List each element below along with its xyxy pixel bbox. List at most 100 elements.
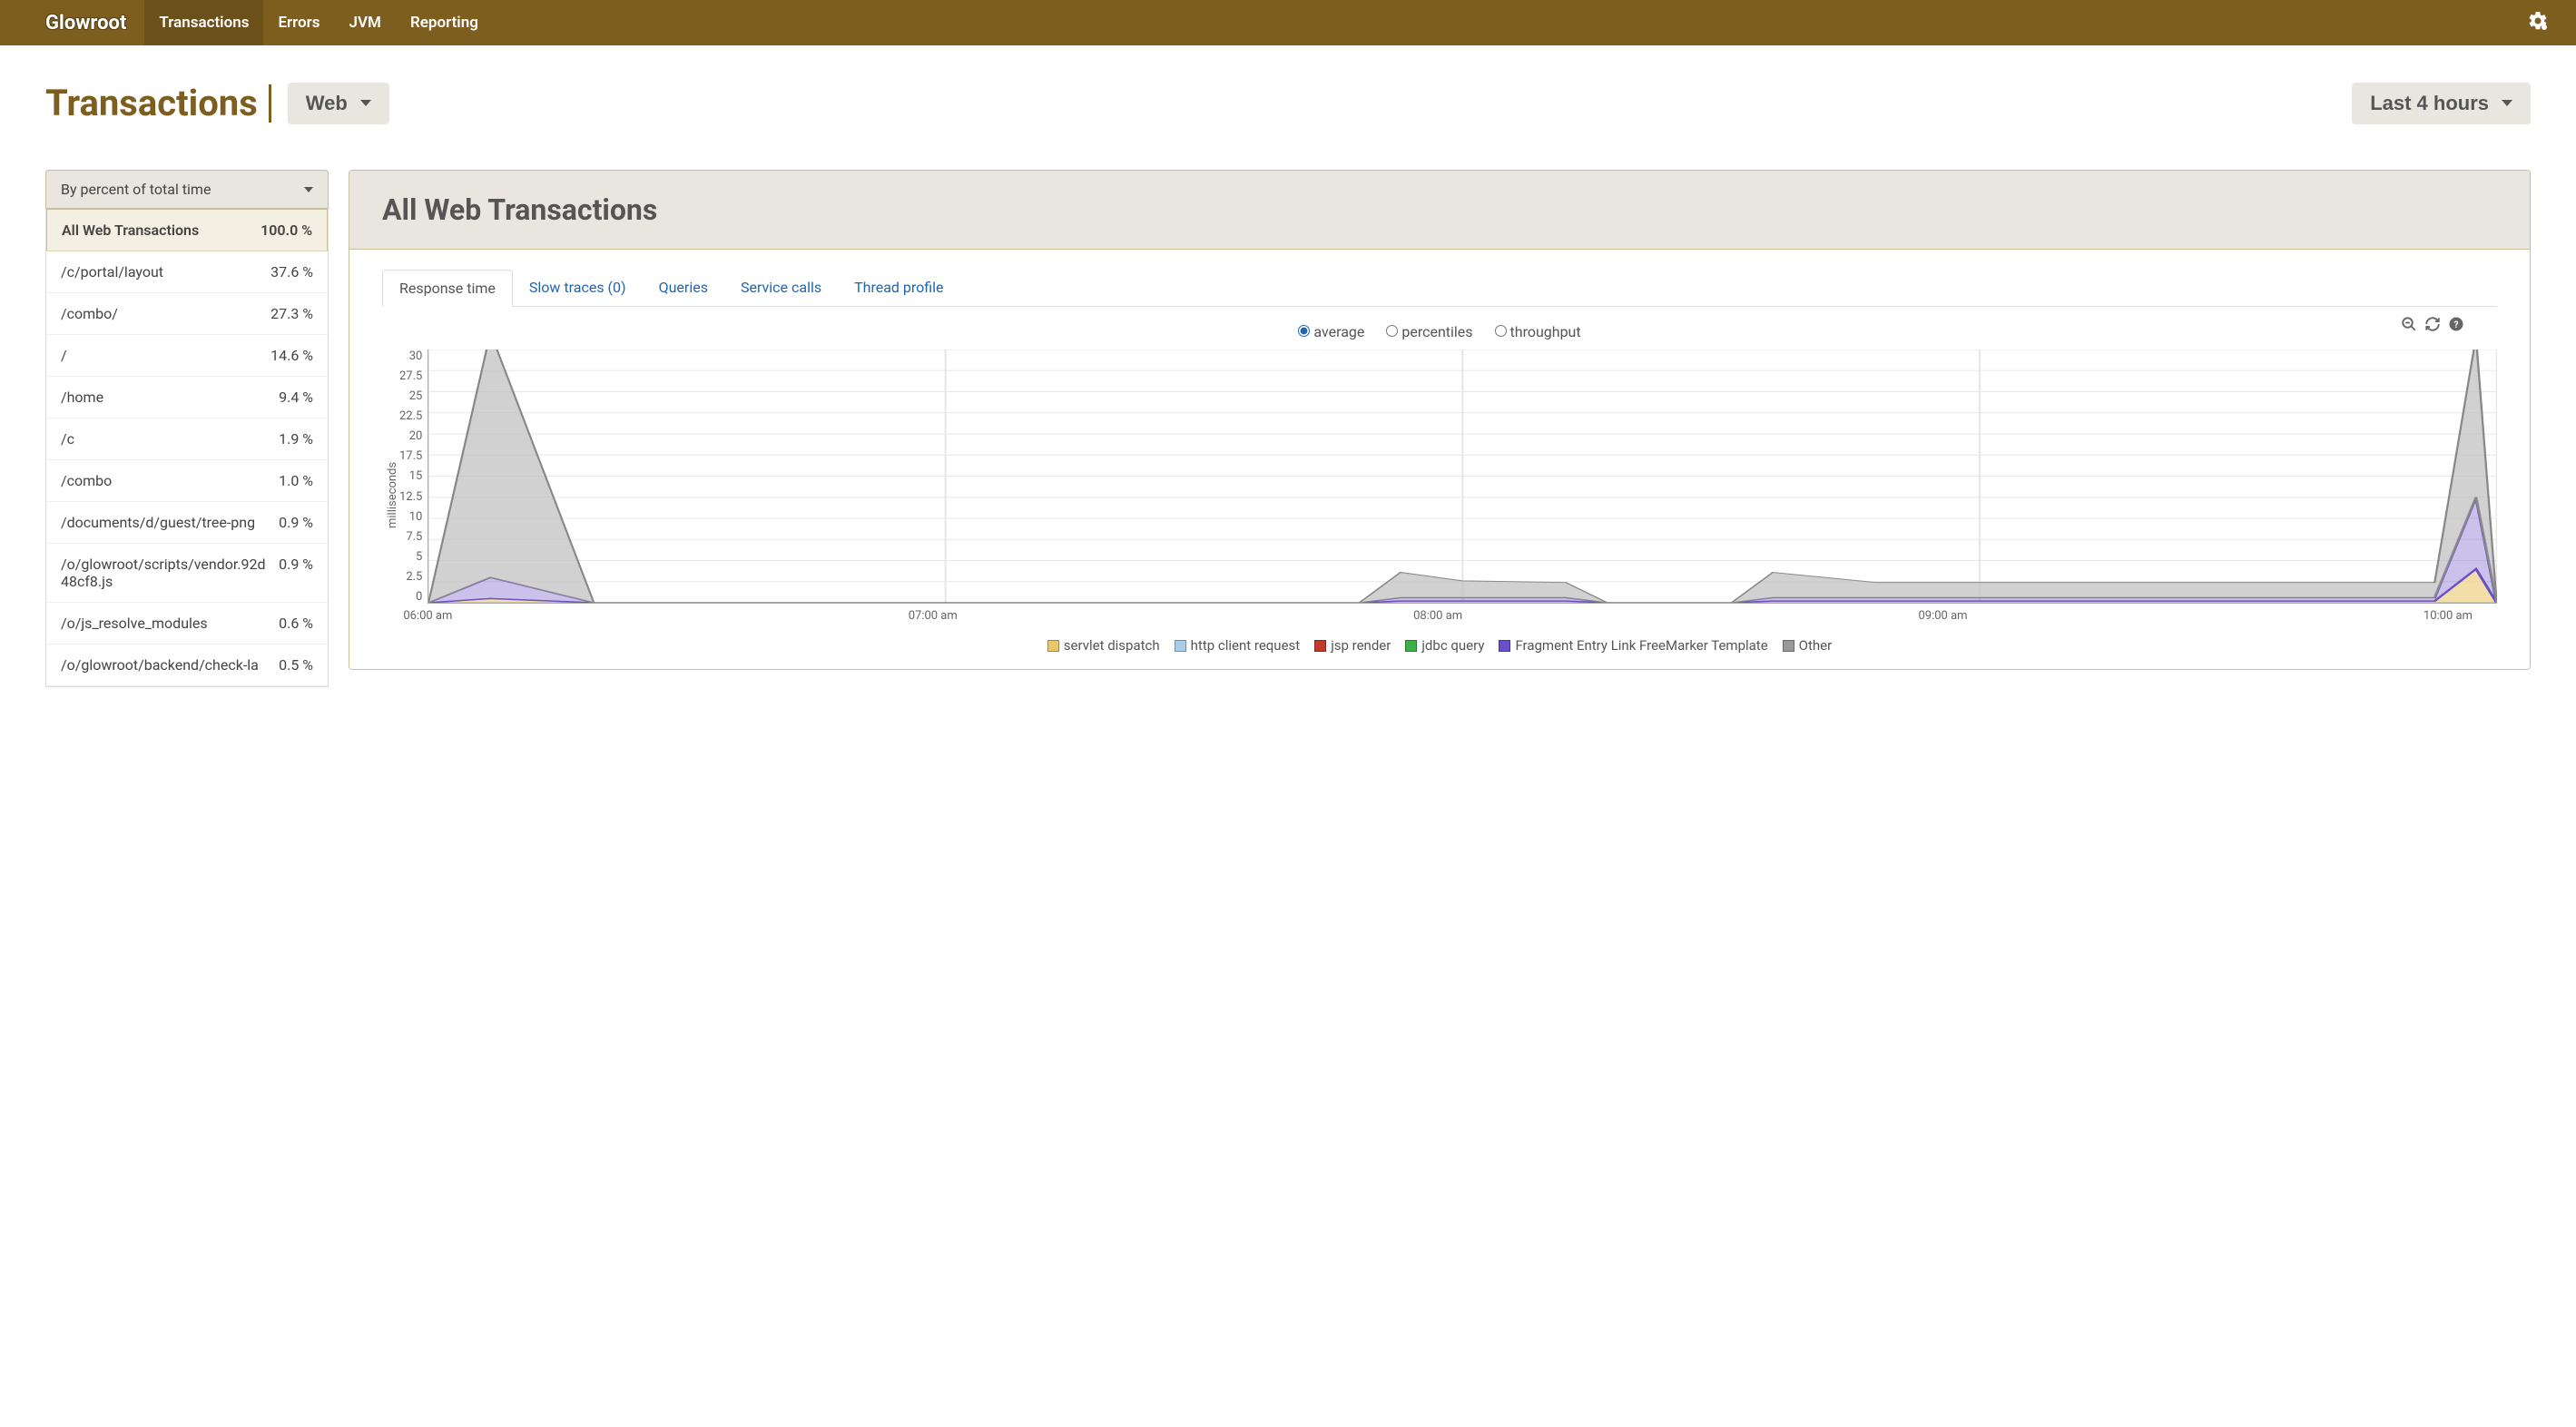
sort-dropdown[interactable]: By percent of total time xyxy=(45,170,329,209)
transaction-row[interactable]: All Web Transactions 100.0 % xyxy=(46,209,328,251)
gear-icon[interactable] xyxy=(2518,10,2558,35)
transaction-pct: 100.0 % xyxy=(261,221,312,239)
radio-throughput[interactable]: throughput xyxy=(1495,323,1581,340)
tab-thread-profile[interactable]: Thread profile xyxy=(838,270,959,306)
legend-item[interactable]: servlet dispatch xyxy=(1047,634,1160,658)
sort-label: By percent of total time xyxy=(61,181,211,198)
ytick: 5 xyxy=(416,550,422,564)
legend-label: Other xyxy=(1799,634,1833,658)
dropdown-label: Web xyxy=(306,92,348,115)
zoom-out-icon[interactable] xyxy=(2401,316,2417,336)
main-header: All Web Transactions xyxy=(349,171,2530,250)
radio-average[interactable]: average xyxy=(1298,323,1364,340)
navbar: Glowroot TransactionsErrorsJVMReporting xyxy=(0,0,2576,45)
legend-label: http client request xyxy=(1191,634,1301,658)
chart-toolbar: ? xyxy=(2401,316,2464,336)
main-title: All Web Transactions xyxy=(382,192,2497,227)
transaction-name: /home xyxy=(61,389,270,406)
transaction-pct: 1.9 % xyxy=(279,430,313,448)
main-panel: All Web Transactions Response timeSlow t… xyxy=(349,170,2531,670)
transaction-pct: 14.6 % xyxy=(270,347,313,364)
transaction-row[interactable]: /combo/27.3 % xyxy=(46,293,328,335)
xtick: 07:00 am xyxy=(909,609,958,623)
transaction-list: All Web Transactions 100.0 % /c/portal/lay… xyxy=(45,209,329,687)
y-axis: 3027.52522.52017.51512.5107.552.50 xyxy=(399,349,428,604)
transaction-row[interactable]: /o/glowroot/scripts/vendor.92d48cf8.js0.… xyxy=(46,544,328,603)
transaction-name: /documents/d/guest/tree-png xyxy=(61,514,270,531)
transaction-name: /c/portal/layout xyxy=(61,263,261,280)
radio-percentiles[interactable]: percentiles xyxy=(1386,323,1472,340)
xtick: 09:00 am xyxy=(1918,609,1967,623)
nav-reporting[interactable]: Reporting xyxy=(396,0,493,45)
transaction-row[interactable]: /documents/d/guest/tree-png 0.9 % xyxy=(46,502,328,544)
transaction-name: /combo/ xyxy=(61,305,261,322)
legend-swatch xyxy=(1047,640,1059,652)
legend-swatch xyxy=(1314,640,1326,652)
nav-errors[interactable]: Errors xyxy=(263,0,334,45)
transaction-type-dropdown[interactable]: Web xyxy=(288,83,389,124)
plot-area[interactable]: 06:00 am07:00 am08:00 am09:00 am10:00 am xyxy=(428,349,2497,623)
ytick: 15 xyxy=(409,469,423,483)
tab-bar: Response timeSlow traces (0)QueriesServi… xyxy=(382,270,2497,307)
legend-item[interactable]: jdbc query xyxy=(1405,634,1484,658)
transaction-pct: 0.9 % xyxy=(279,556,313,590)
transaction-pct: 9.4 % xyxy=(279,389,313,406)
ytick: 22.5 xyxy=(399,409,422,423)
ytick: 0 xyxy=(416,590,422,604)
transactions-sidebar: By percent of total time All Web Transac… xyxy=(45,170,329,687)
transaction-pct: 37.6 % xyxy=(270,263,313,280)
transaction-name: /combo xyxy=(61,472,270,489)
ytick: 7.5 xyxy=(406,530,422,544)
page-title: Transactions xyxy=(45,82,258,124)
dropdown-label: Last 4 hours xyxy=(2370,92,2489,115)
transaction-row[interactable]: /combo1.0 % xyxy=(46,460,328,502)
transaction-pct: 0.9 % xyxy=(279,514,313,531)
nav-jvm[interactable]: JVM xyxy=(335,0,396,45)
legend-item[interactable]: http client request xyxy=(1175,634,1301,658)
tab-service-calls[interactable]: Service calls xyxy=(724,270,838,306)
chevron-down-icon xyxy=(360,100,371,106)
ytick: 20 xyxy=(409,429,423,443)
brand-logo[interactable]: Glowroot xyxy=(45,12,144,34)
transaction-row[interactable]: /home 9.4 % xyxy=(46,377,328,418)
legend-label: jdbc query xyxy=(1421,634,1484,658)
chevron-down-icon xyxy=(304,187,313,192)
legend-swatch xyxy=(1783,640,1794,652)
help-icon[interactable]: ? xyxy=(2448,316,2464,336)
transaction-name: /o/glowroot/backend/check-la xyxy=(61,656,270,674)
title-separator xyxy=(269,84,271,123)
ytick: 25 xyxy=(409,389,423,403)
xtick: 06:00 am xyxy=(403,609,452,623)
x-axis: 06:00 am07:00 am08:00 am09:00 am10:00 am xyxy=(428,609,2497,623)
transaction-row[interactable]: /o/js_resolve_modules0.6 % xyxy=(46,603,328,645)
transaction-row[interactable]: /c/portal/layout 37.6 % xyxy=(46,251,328,293)
ytick: 27.5 xyxy=(399,369,422,383)
ytick: 30 xyxy=(409,349,423,363)
y-axis-label: milliseconds xyxy=(382,349,399,623)
ytick: 17.5 xyxy=(399,449,422,463)
legend-swatch xyxy=(1405,640,1417,652)
legend-item[interactable]: Fragment Entry Link FreeMarker Template xyxy=(1499,634,1767,658)
nav-transactions[interactable]: Transactions xyxy=(144,0,263,45)
tab-response-time[interactable]: Response time xyxy=(382,270,513,307)
transaction-row[interactable]: /c 1.9 % xyxy=(46,418,328,460)
transaction-name: / xyxy=(61,347,261,364)
tab-queries[interactable]: Queries xyxy=(643,270,724,306)
transaction-pct: 27.3 % xyxy=(270,305,313,322)
transaction-row[interactable]: /o/glowroot/backend/check-la0.5 % xyxy=(46,645,328,686)
transaction-name: All Web Transactions xyxy=(62,221,251,239)
transaction-row[interactable]: / 14.6 % xyxy=(46,335,328,377)
legend-item[interactable]: Other xyxy=(1783,634,1833,658)
ytick: 12.5 xyxy=(399,490,422,504)
page-header: Transactions Web Last 4 hours xyxy=(45,82,2531,124)
legend-item[interactable]: jsp render xyxy=(1314,634,1391,658)
transaction-name: /c xyxy=(61,430,270,448)
chart-legend: servlet dispatch http client request jsp r… xyxy=(382,634,2497,660)
svg-text:?: ? xyxy=(2453,319,2458,330)
refresh-icon[interactable] xyxy=(2424,316,2441,336)
legend-swatch xyxy=(1175,640,1186,652)
tab-slow-traces-0-[interactable]: Slow traces (0) xyxy=(513,270,643,306)
time-range-dropdown[interactable]: Last 4 hours xyxy=(2352,83,2531,124)
chart-mode-radios: average percentiles throughput xyxy=(382,316,2497,346)
chevron-down-icon xyxy=(2502,100,2512,106)
